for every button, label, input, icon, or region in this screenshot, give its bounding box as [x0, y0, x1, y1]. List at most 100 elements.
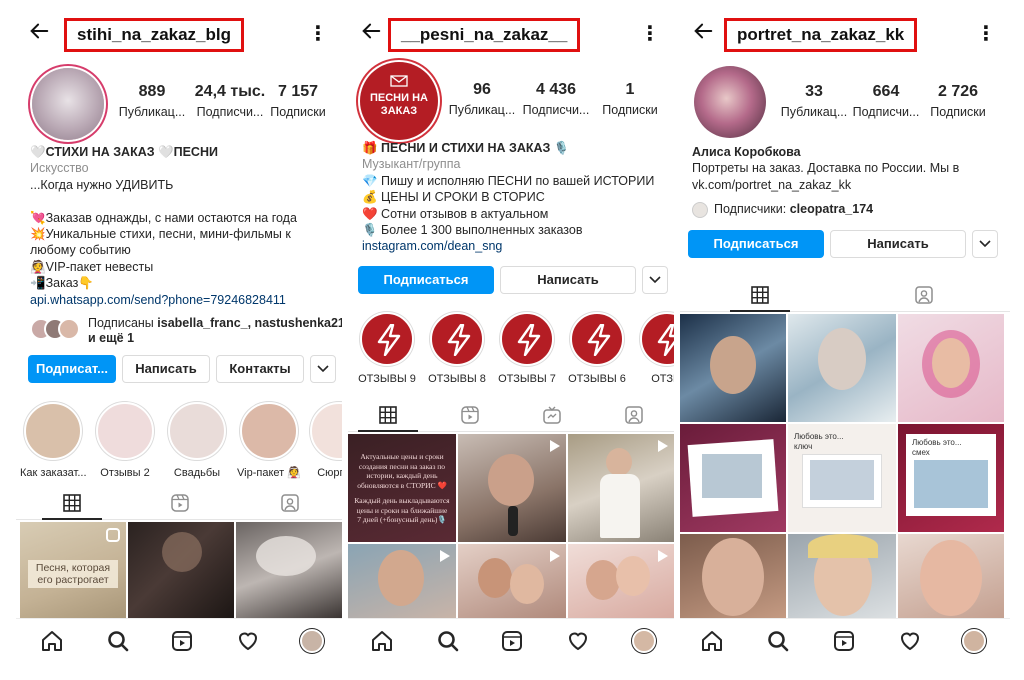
highlight[interactable]: Vip-пакет 👰 — [236, 402, 302, 480]
home-icon[interactable] — [700, 629, 724, 653]
post-thumbnail[interactable] — [128, 522, 234, 618]
tagged-icon — [625, 406, 643, 424]
stat-followers[interactable]: 664 Подписчи... — [846, 82, 926, 120]
bio-category: Искусство — [30, 161, 89, 176]
highlight-cover — [24, 402, 82, 460]
post-thumbnail[interactable] — [898, 534, 1004, 618]
bio-spacer — [30, 193, 334, 209]
profile-avatar[interactable] — [632, 629, 656, 653]
tab-igtv[interactable] — [522, 398, 582, 432]
tab-posts[interactable] — [358, 398, 418, 432]
post-thumbnail[interactable] — [458, 434, 566, 542]
stat-followers[interactable]: 4 436 Подписчи... — [516, 80, 596, 118]
post-thumbnail[interactable] — [236, 522, 342, 618]
tab-posts[interactable] — [42, 486, 102, 520]
highlight[interactable]: Сюрпр... — [306, 402, 342, 480]
followed-by[interactable]: Подписаны isabella_franc_, nastushenka21… — [30, 316, 342, 346]
highlight[interactable]: Как заказат... — [20, 402, 86, 480]
stat-following[interactable]: 1 Подписки — [590, 80, 670, 118]
bio-link[interactable]: api.whatsapp.com/send?phone=79246828411 — [30, 292, 334, 308]
reels-nav-icon[interactable] — [832, 629, 856, 653]
post-thumbnail[interactable] — [568, 544, 674, 618]
suggested-dropdown-button[interactable] — [642, 266, 668, 294]
highlight[interactable]: ОТЗЫВЫ 6 — [564, 312, 630, 386]
highlight-label: Vip-пакет 👰 — [237, 467, 301, 479]
back-arrow-icon[interactable] — [360, 20, 386, 50]
post-thumbnail[interactable]: Любовь это... ключ — [788, 424, 896, 532]
message-button[interactable]: Написать — [500, 266, 636, 294]
home-icon[interactable] — [370, 629, 394, 653]
stat-following[interactable]: 7 157 Подписки — [258, 82, 338, 120]
tab-tagged[interactable] — [260, 486, 320, 520]
profile-tabs — [348, 398, 674, 432]
post-thumbnail[interactable]: Песня, которая его растрогает — [20, 522, 126, 618]
stat-following[interactable]: 2 726 Подписки — [918, 82, 998, 120]
followed-by-prefix: Подписаны — [88, 316, 158, 330]
back-arrow-icon[interactable] — [28, 20, 54, 50]
highlight-label: Как заказат... — [20, 467, 86, 479]
search-icon[interactable] — [766, 629, 790, 653]
highlight[interactable]: Отзывы 2 — [92, 402, 158, 480]
home-icon[interactable] — [40, 629, 64, 653]
tab-tagged[interactable] — [894, 278, 954, 312]
heart-icon[interactable] — [566, 629, 590, 653]
follow-button[interactable]: Подписат... — [28, 355, 116, 383]
post-thumbnail[interactable]: Любовь это... смех — [898, 424, 1004, 532]
stat-label: Подписки — [602, 103, 658, 117]
stat-value: 1 — [625, 81, 635, 98]
contacts-button[interactable]: Контакты — [216, 355, 304, 383]
back-arrow-icon[interactable] — [692, 20, 718, 50]
followed-by[interactable]: Подписчики: cleopatra_174 — [692, 200, 873, 218]
post-thumbnail[interactable] — [680, 424, 786, 532]
highlight[interactable]: ОТЗЫ — [634, 312, 674, 386]
profile-avatar[interactable] — [300, 629, 324, 653]
bio: 🤍СТИХИ НА ЗАКАЗ 🤍ПЕСНИ Искусство ...Когд… — [30, 144, 334, 308]
stat-value: 7 157 — [277, 83, 319, 100]
more-icon[interactable]: ⋮ — [308, 22, 328, 46]
suggested-dropdown-button[interactable] — [972, 230, 998, 258]
more-icon[interactable]: ⋮ — [640, 22, 660, 46]
follow-button[interactable]: Подписаться — [688, 230, 824, 258]
bio-name: 🎁 ПЕСНИ И СТИХИ НА ЗАКАЗ 🎙️ — [362, 141, 570, 155]
post-thumbnail[interactable] — [680, 314, 786, 422]
post-thumbnail[interactable] — [348, 544, 456, 618]
heart-icon[interactable] — [236, 629, 260, 653]
avatar[interactable] — [32, 68, 104, 140]
stat-posts[interactable]: 33 Публикац... — [774, 82, 854, 120]
tab-tagged[interactable] — [604, 398, 664, 432]
post-thumbnail[interactable] — [458, 544, 566, 618]
highlight[interactable]: ОТЗЫВЫ 9 — [354, 312, 420, 386]
avatar[interactable]: ПЕСНИ НА ЗАКАЗ — [360, 62, 438, 140]
post-thumbnail[interactable] — [898, 314, 1004, 422]
search-icon[interactable] — [436, 629, 460, 653]
tab-reels[interactable] — [440, 398, 500, 432]
message-button[interactable]: Написать — [122, 355, 210, 383]
reels-icon — [461, 406, 479, 424]
reels-nav-icon[interactable] — [500, 629, 524, 653]
stat-posts[interactable]: 889 Публикац... — [112, 82, 192, 120]
post-thumbnail[interactable] — [788, 534, 896, 618]
heart-icon[interactable] — [898, 629, 922, 653]
post-thumbnail[interactable] — [568, 434, 674, 542]
avatar[interactable] — [694, 66, 766, 138]
bio-name: 🤍СТИХИ НА ЗАКАЗ 🤍ПЕСНИ — [30, 145, 218, 159]
post-thumbnail[interactable]: Актуальные цены и сроки создания песни н… — [348, 434, 456, 542]
post-thumbnail[interactable] — [788, 314, 896, 422]
message-button[interactable]: Написать — [830, 230, 966, 258]
profile-avatar[interactable] — [962, 629, 986, 653]
stat-label: Подписчи... — [852, 105, 920, 119]
follow-button[interactable]: Подписаться — [358, 266, 494, 294]
post-text: Актуальные цены и сроки создания песни н… — [352, 452, 452, 525]
bio-link[interactable]: instagram.com/dean_sng — [362, 238, 666, 254]
suggested-dropdown-button[interactable] — [310, 355, 336, 383]
more-icon[interactable]: ⋮ — [976, 22, 996, 46]
highlight[interactable]: Свадьбы — [164, 402, 230, 480]
search-icon[interactable] — [106, 629, 130, 653]
reels-nav-icon[interactable] — [170, 629, 194, 653]
highlight[interactable]: ОТЗЫВЫ 8 — [424, 312, 490, 386]
stat-posts[interactable]: 96 Публикац... — [442, 80, 522, 118]
tab-reels[interactable] — [150, 486, 210, 520]
highlight[interactable]: ОТЗЫВЫ 7 — [494, 312, 560, 386]
tab-posts[interactable] — [730, 278, 790, 312]
post-thumbnail[interactable] — [680, 534, 786, 618]
